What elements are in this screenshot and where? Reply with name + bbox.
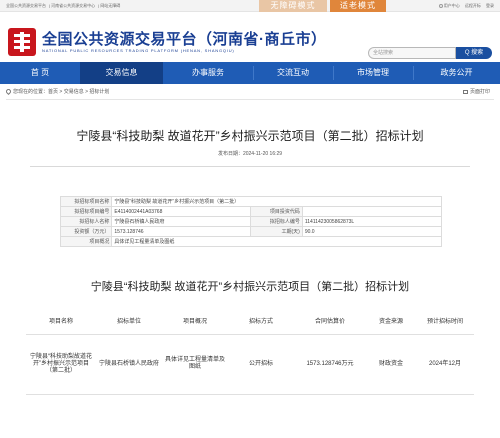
remote-bid-link[interactable]: 远程开标 [465,3,481,8]
info-label: 项目投资代码 [250,206,303,217]
plan-cell-method: 公开招标 [228,334,294,395]
user-center-link[interactable]: 用户中心 [438,3,460,8]
plan-cell-price: 1573.128746万元 [294,334,366,395]
plan-header: 资金来源 [366,308,416,335]
plan-cell-tenderer: 宁陵县石桥镇人民政府 [96,334,162,395]
plan-header: 项目名称 [26,308,96,335]
printer-icon [462,90,468,94]
nav-market[interactable]: 市场管理 [333,62,413,84]
plan-cell-overview: 具体详见工程量清单及图纸 [162,334,228,395]
table-row: 宁陵县“科技助梨故道花开”乡村振兴示范项目（第二批） 宁陵县石桥镇人民政府 具体… [26,334,474,395]
user-icon [438,4,443,8]
plan-header: 招标单位 [96,308,162,335]
top-links: 全国公共资源交易平台 | 河南省公共资源交易中心 | 网站无障碍 [6,3,121,8]
nav-interaction[interactable]: 交流互动 [253,62,333,84]
info-value: 宁陵县石桥镇人民政府 [111,216,252,227]
elderly-mode-button[interactable]: 适老模式 [330,0,386,12]
breadcrumb: 您现在的位置：首页 > 交易信息 > 招标计划 页面打印 [4,87,494,100]
info-label: 项目概况 [59,236,113,247]
plan-cell-funding: 财政资金 [366,334,416,395]
nav-gov-affairs[interactable]: 政务公开 [413,62,500,84]
top-utility-bar: 全国公共资源交易平台 | 河南省公共资源交易中心 | 网站无障碍 无障碍模式 适老模… [0,0,500,12]
top-link-national[interactable]: 全国公共资源交易平台 [6,3,46,8]
accessible-mode-button[interactable]: 无障碍模式 [259,0,327,12]
info-label: 工期(天) [250,226,303,237]
info-value: 具体详见工程量清单及图纸 [111,236,442,247]
plan-title: 宁陵县“科技助梨 故道花开”乡村振兴示范项目（第二批）招标计划 [90,281,410,293]
nav-home[interactable]: 首 页 [0,62,80,84]
info-table: 拟招标项目名称 宁陵县“科技助梨 故道花开”乡村振兴示范项目（第二批） 拟招标项… [59,196,443,247]
top-link-henan[interactable]: 河南省公共资源交易中心 [51,3,95,8]
info-value: 1573.128746 [111,226,252,237]
plan-header: 预计招标时间 [416,308,474,335]
plan-header: 合同估算价 [294,308,366,335]
info-label: 拟招标项目编号 [59,206,113,217]
search-button[interactable]: Q 搜索 [456,47,492,59]
nav-trade-info[interactable]: 交易信息 [80,62,163,84]
info-label: 投资额（万元） [59,226,113,237]
main-nav: 首 页 交易信息 办事服务 交流互动 市场管理 政务公开 [0,62,500,84]
divider [30,166,470,167]
plan-header-row: 项目名称 招标单位 项目概况 招标方式 合同估算价 资金来源 预计招标时间 [26,308,474,335]
info-value [301,206,443,217]
site-logo[interactable] [8,28,36,56]
info-row: 拟招标项目编号 E4114002441A03768 项目投资代码 [59,206,443,217]
info-value: 90.0 [301,226,443,237]
site-subtitle: NATIONAL PUBLIC RESOURCES TRADING PLATFO… [42,48,235,53]
location-icon [4,87,13,96]
nav-services[interactable]: 办事服务 [163,62,253,84]
top-link-accessibility[interactable]: 网站无障碍 [100,3,120,8]
plan-table: 项目名称 招标单位 项目概况 招标方式 合同估算价 资金来源 预计招标时间 宁陵… [26,308,474,395]
login-link[interactable]: 登录 [486,3,494,8]
plan-header: 招标方式 [228,308,294,335]
info-value: 11411423005862873L [301,216,443,227]
search-input[interactable]: 全站搜索 [368,47,456,59]
info-row: 拟招标人名称 宁陵县石桥镇人民政府 拟招标人编号 114114230058628… [59,216,443,227]
info-label: 拟招标人编号 [250,216,303,227]
page-title: 宁陵县“科技助梨 故道花开”乡村振兴示范项目（第二批）招标计划 [76,129,424,143]
info-label: 拟招标项目名称 [59,196,113,207]
plan-header: 项目概况 [162,308,228,335]
info-value: E4114002441A03768 [111,206,252,217]
info-row: 拟招标项目名称 宁陵县“科技助梨 故道花开”乡村振兴示范项目（第二批） [59,196,442,207]
print-button[interactable]: 页面打印 [462,88,490,95]
info-label: 拟招标人名称 [59,216,113,227]
publish-date: 发布日期：2024-11-20 16:29 [217,151,283,157]
site-search: 全站搜索 Q 搜索 [368,47,492,59]
plan-cell-project-name: 宁陵县“科技助梨故道花开”乡村振兴示范项目（第二批） [26,334,96,395]
account-links: 用户中心 远程开标 登录 [435,3,494,9]
site-header: 全国公共资源交易平台（河南省·商丘市） NATIONAL PUBLIC RESO… [0,12,500,62]
info-row: 投资额（万元） 1573.128746 工期(天) 90.0 [59,226,443,237]
info-value: 宁陵县“科技助梨 故道花开”乡村振兴示范项目（第二批） [111,196,442,207]
breadcrumb-text[interactable]: 您现在的位置：首页 > 交易信息 > 招标计划 [13,89,109,95]
info-row: 项目概况 具体详见工程量清单及图纸 [59,236,442,247]
site-title: 全国公共资源交易平台（河南省·商丘市） [42,31,327,48]
plan-cell-time: 2024年12月 [416,334,474,395]
